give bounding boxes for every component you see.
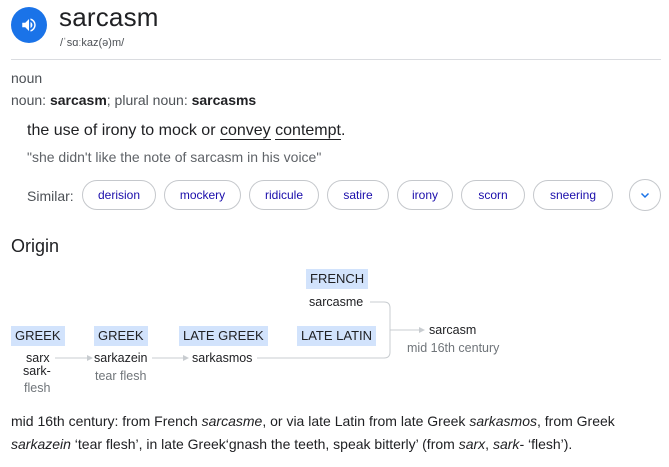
term-sarx: sarx xyxy=(26,351,50,365)
term-sarkazein: sarkazein xyxy=(94,351,148,365)
etym-word: sarcasme xyxy=(201,413,263,429)
etym-word: sarx xyxy=(458,436,486,452)
lang-greek-2: GREEK xyxy=(94,326,148,346)
term-sarcasm: sarcasm xyxy=(429,323,477,337)
lang-french: FRENCH xyxy=(306,269,369,289)
etym-word: sarkasmos xyxy=(469,413,537,429)
etym-part: mid 16th century: from French xyxy=(11,413,202,429)
term-sarkasmos: sarkasmos xyxy=(192,351,253,365)
etymology-connectors xyxy=(55,301,425,361)
etym-part: , or via late Latin from late Greek xyxy=(262,413,470,429)
term-sarcasme: sarcasme xyxy=(309,295,364,309)
etym-word: sarkazein xyxy=(11,436,71,452)
etym-part: ‘tear flesh’, in late Greek‘gnash the te… xyxy=(70,436,459,452)
gloss-mid-16th-century: mid 16th century xyxy=(407,341,500,355)
etym-word: sark- xyxy=(492,436,525,452)
etym-part: , from Greek xyxy=(537,413,615,429)
gloss-flesh: flesh xyxy=(24,381,51,395)
etymology-text: mid 16th century: from French sarcasme, … xyxy=(11,410,661,456)
lang-late-greek: LATE GREEK xyxy=(179,326,268,346)
term-sark: sark- xyxy=(23,364,51,378)
etym-part: , xyxy=(485,436,493,452)
lang-greek: GREEK xyxy=(11,326,65,346)
gloss-tear-flesh: tear flesh xyxy=(95,369,147,383)
lang-late-latin: LATE LATIN xyxy=(297,326,377,346)
etym-part: ‘flesh’). xyxy=(524,436,573,452)
